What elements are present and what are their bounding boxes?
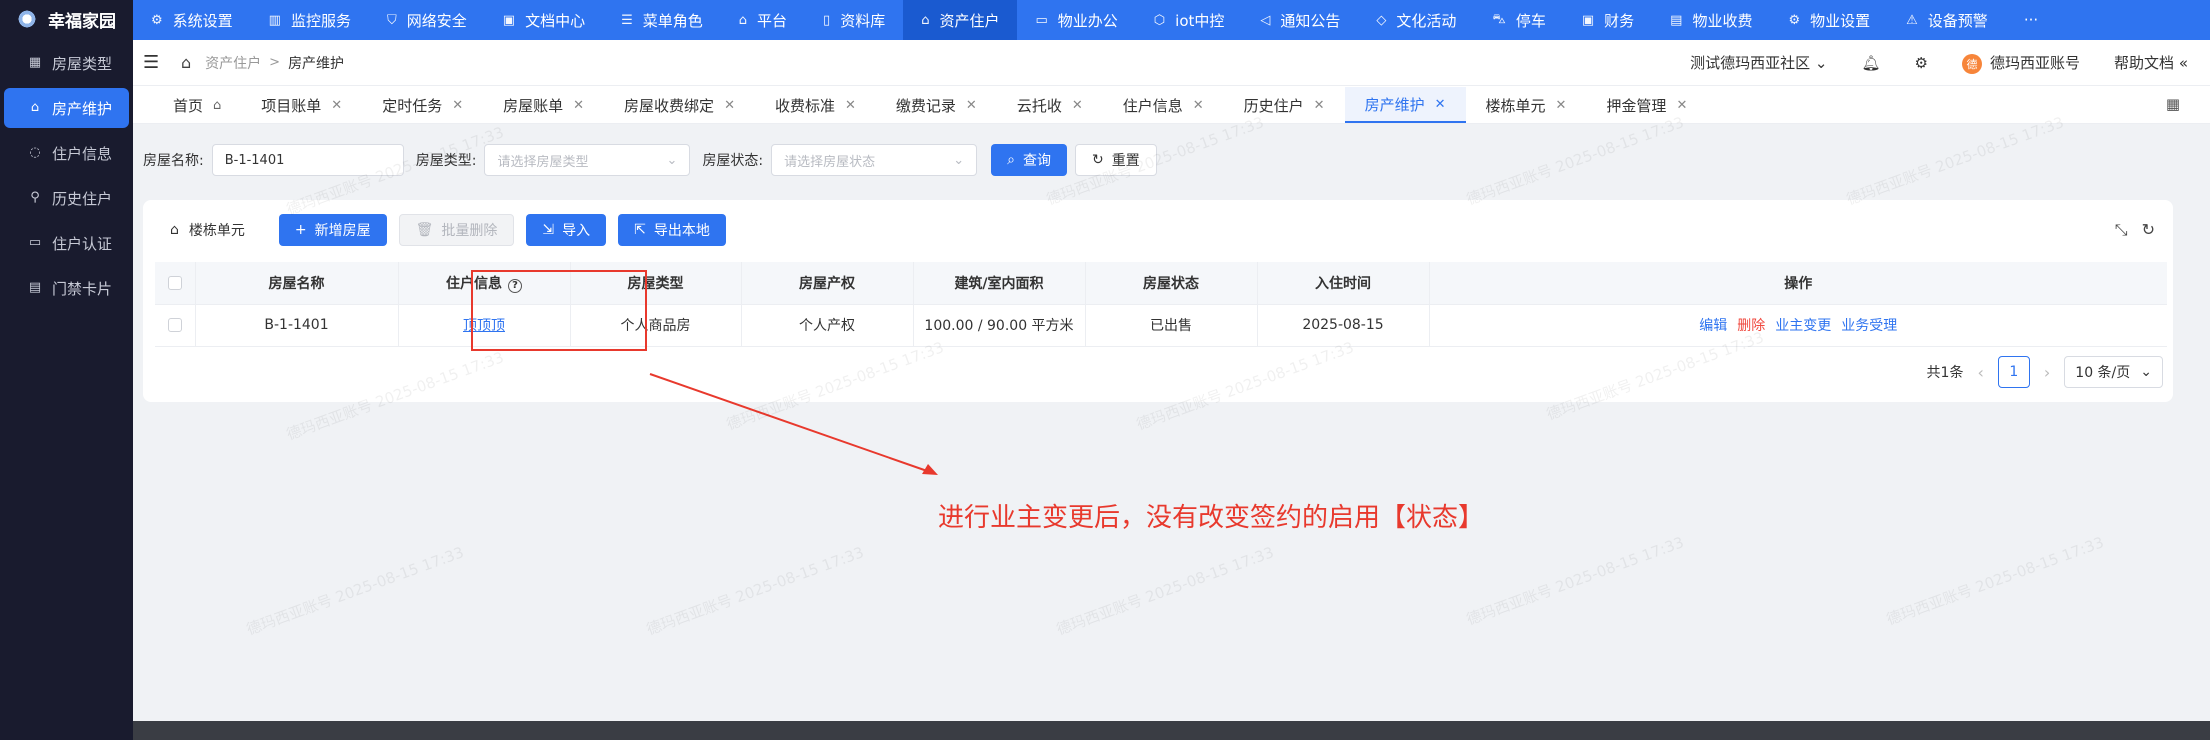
annotation-arrow bbox=[649, 373, 938, 475]
bottom-strip bbox=[133, 721, 2210, 740]
annotation-text: 进行业主变更后，没有改变签约的启用【状态】 bbox=[938, 503, 1485, 533]
arrow-line bbox=[649, 373, 931, 473]
